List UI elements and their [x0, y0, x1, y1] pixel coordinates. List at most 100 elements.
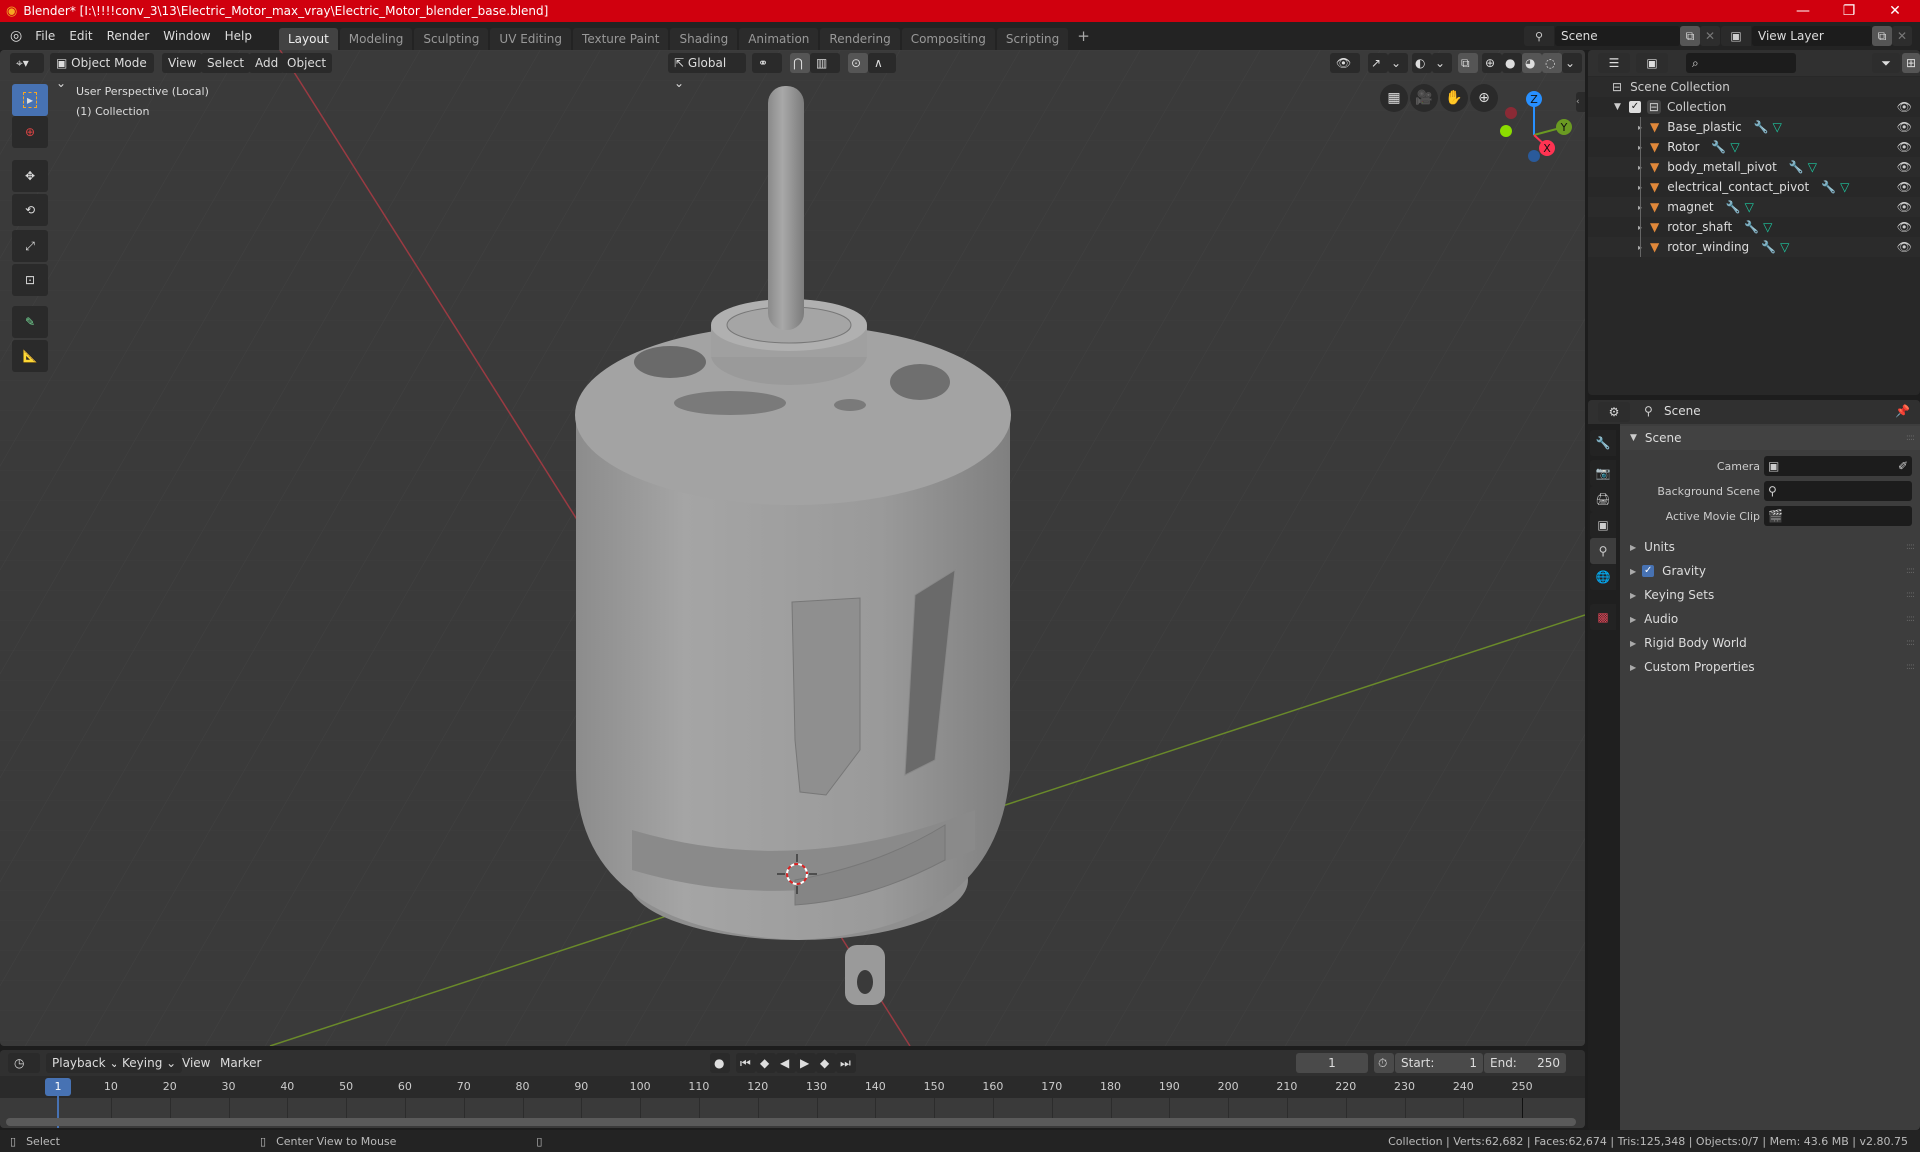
exclude-checkbox[interactable]: ✓ — [1628, 101, 1641, 113]
tab-output[interactable]: 🖨 — [1590, 486, 1616, 512]
outliner-row-collection[interactable]: ▼ ✓ ⊟ Collection 👁 — [1588, 97, 1920, 117]
outliner-row-object[interactable]: ▸▼Rotor🔧▽👁 — [1588, 137, 1920, 157]
property-field[interactable]: 🎬 — [1764, 506, 1912, 526]
pivot-point-dropdown[interactable]: ⚭ — [752, 53, 782, 73]
new-collection-button[interactable]: ⊞ — [1902, 53, 1920, 73]
gizmo-neg-x[interactable] — [1505, 107, 1517, 119]
timeline-editor-type-button[interactable]: ◷ — [8, 1053, 40, 1073]
outliner-row-object[interactable]: ▸▼rotor_shaft🔧▽👁 — [1588, 217, 1920, 237]
camera-view-button[interactable]: 🎥 — [1410, 84, 1438, 112]
menu-window[interactable]: Window — [156, 25, 217, 47]
modifier-wrench-icon[interactable]: 🔧 — [1761, 240, 1776, 254]
playhead-frame-badge[interactable]: 1 — [45, 1078, 71, 1096]
modifier-wrench-icon[interactable]: 🔧 — [1711, 140, 1726, 154]
tab-modeling[interactable]: Modeling — [339, 28, 413, 50]
menu-file[interactable]: File — [28, 25, 62, 47]
blender-menu-icon[interactable]: ◎ — [10, 28, 22, 44]
minimize-button[interactable]: — — [1780, 0, 1826, 22]
drag-handle-icon[interactable]: :::: — [1906, 566, 1915, 576]
show-gizmo-toggle[interactable]: ↗ — [1368, 53, 1388, 73]
filter-dropdown[interactable]: ⏷ — [1872, 53, 1900, 73]
3d-viewport[interactable]: ⌖▾ ▣ Object Mode ⌄ View Select Add Objec… — [0, 50, 1585, 1046]
outliner-row-object[interactable]: ▸▼rotor_winding🔧▽👁 — [1588, 237, 1920, 257]
scene-name-field[interactable]: Scene — [1555, 26, 1680, 46]
modifier-wrench-icon[interactable]: 🔧 — [1821, 180, 1836, 194]
mesh-data-icon[interactable]: ▽ — [1773, 120, 1782, 134]
eyedropper-icon[interactable]: ✐ — [1898, 456, 1908, 476]
visibility-eye-icon[interactable]: 👁 — [1897, 100, 1912, 114]
tool-move[interactable]: ✥ — [12, 160, 48, 192]
tab-world[interactable]: 🌐 — [1590, 564, 1616, 590]
mesh-data-icon[interactable]: ▽ — [1763, 220, 1772, 234]
end-frame-field[interactable]: End: 250 — [1484, 1053, 1566, 1073]
jump-to-start-button[interactable]: ⏮ — [736, 1053, 756, 1073]
editor-type-button[interactable]: ⌖▾ — [10, 53, 44, 73]
drag-handle-icon[interactable]: :::: — [1906, 638, 1915, 648]
outliner-row-object[interactable]: ▸▼body_metall_pivot🔧▽👁 — [1588, 157, 1920, 177]
tab-sculpting[interactable]: Sculpting — [414, 28, 489, 50]
menu-add[interactable]: Add — [249, 53, 285, 73]
proportional-edit-toggle[interactable]: ⊙ — [848, 53, 868, 73]
playback-dropdown[interactable]: Playback ⌄ — [46, 1053, 126, 1073]
toggle-camera-ortho-button[interactable]: ▦ — [1380, 84, 1408, 112]
menu-object[interactable]: Object — [281, 53, 333, 73]
expand-arrow-icon[interactable]: ▼ — [1614, 102, 1621, 112]
tab-view-layer[interactable]: ▣ — [1590, 512, 1616, 538]
gizmo-neg-z[interactable] — [1528, 150, 1540, 162]
menu-view[interactable]: View — [176, 1053, 216, 1073]
transform-orientation-dropdown[interactable]: ⇱ Global ⌄ — [668, 53, 746, 90]
visibility-eye-icon[interactable]: 👁 — [1897, 220, 1912, 234]
property-field[interactable]: ⚲ — [1764, 481, 1912, 501]
tab-animation[interactable]: Animation — [739, 28, 819, 50]
delete-view-layer-button[interactable]: ✕ — [1892, 26, 1912, 46]
visibility-eye-icon[interactable]: 👁 — [1897, 200, 1912, 214]
snap-toggle[interactable]: ⋂ — [790, 53, 810, 73]
menu-render[interactable]: Render — [100, 25, 157, 47]
tab-rendering[interactable]: Rendering — [820, 28, 900, 50]
mode-dropdown[interactable]: ▣ Object Mode ⌄ — [50, 53, 154, 90]
drag-handle-icon[interactable]: :::: — [1906, 433, 1915, 443]
preview-range-toggle[interactable]: ⏱ — [1374, 1053, 1394, 1073]
drag-handle-icon[interactable]: :::: — [1906, 542, 1915, 552]
add-workspace-button[interactable]: + — [1070, 25, 1097, 47]
shading-material-button[interactable]: ◕ — [1522, 53, 1542, 73]
tool-transform[interactable]: ⊡ — [12, 264, 48, 296]
menu-select[interactable]: Select — [201, 53, 251, 73]
menu-marker[interactable]: Marker — [214, 1053, 267, 1073]
pin-icon[interactable]: 📌 — [1895, 404, 1910, 418]
tool-cursor[interactable]: ⊕ — [12, 116, 48, 148]
tab-layout[interactable]: Layout — [278, 28, 338, 50]
auto-keying-toggle[interactable]: ● — [710, 1053, 730, 1073]
scene-panel-header[interactable]: ▼ Scene :::: — [1620, 426, 1920, 450]
subpanel-checkbox[interactable]: ✓ — [1642, 565, 1655, 577]
tab-scripting[interactable]: Scripting — [996, 28, 1069, 50]
delete-scene-button[interactable]: ✕ — [1700, 26, 1720, 46]
gizmo-dropdown[interactable]: ⌄ — [1388, 53, 1408, 73]
new-view-layer-button[interactable]: ⧉ — [1872, 26, 1892, 46]
gizmo-neg-y[interactable] — [1500, 125, 1512, 137]
visibility-eye-icon[interactable]: 👁 — [1897, 140, 1912, 154]
tab-tool[interactable]: 🔧 — [1590, 430, 1616, 456]
start-frame-field[interactable]: Start: 1 — [1395, 1053, 1483, 1073]
timeline-scrollbar[interactable] — [6, 1118, 1576, 1126]
tab-compositing[interactable]: Compositing — [901, 28, 995, 50]
visibility-eye-icon[interactable]: 👁 — [1897, 120, 1912, 134]
overlays-dropdown[interactable]: ⌄ — [1432, 53, 1452, 73]
mesh-data-icon[interactable]: ▽ — [1745, 200, 1754, 214]
property-field[interactable]: ▣ ✐ — [1764, 456, 1912, 476]
visibility-eye-icon[interactable]: 👁 — [1897, 240, 1912, 254]
outliner-row-scene-collection[interactable]: ⊟ Scene Collection — [1588, 77, 1920, 97]
modifier-wrench-icon[interactable]: 🔧 — [1726, 200, 1741, 214]
shading-options-dropdown[interactable]: ⌄ — [1562, 53, 1582, 73]
selectability-dropdown[interactable]: 👁 — [1330, 53, 1360, 73]
mesh-data-icon[interactable]: ▽ — [1730, 140, 1739, 154]
outliner-row-object[interactable]: ▸▼electrical_contact_pivot🔧▽👁 — [1588, 177, 1920, 197]
previous-keyframe-button[interactable]: ◆ — [756, 1053, 776, 1073]
tool-annotate[interactable]: ✎ — [12, 306, 48, 338]
jump-to-end-button[interactable]: ⏭ — [836, 1053, 856, 1073]
menu-view[interactable]: View — [162, 53, 203, 73]
visibility-eye-icon[interactable]: 👁 — [1897, 180, 1912, 194]
menu-edit[interactable]: Edit — [62, 25, 99, 47]
new-scene-button[interactable]: ⧉ — [1680, 26, 1700, 46]
subpanel-header[interactable]: ▶ Audio:::: — [1620, 608, 1920, 630]
